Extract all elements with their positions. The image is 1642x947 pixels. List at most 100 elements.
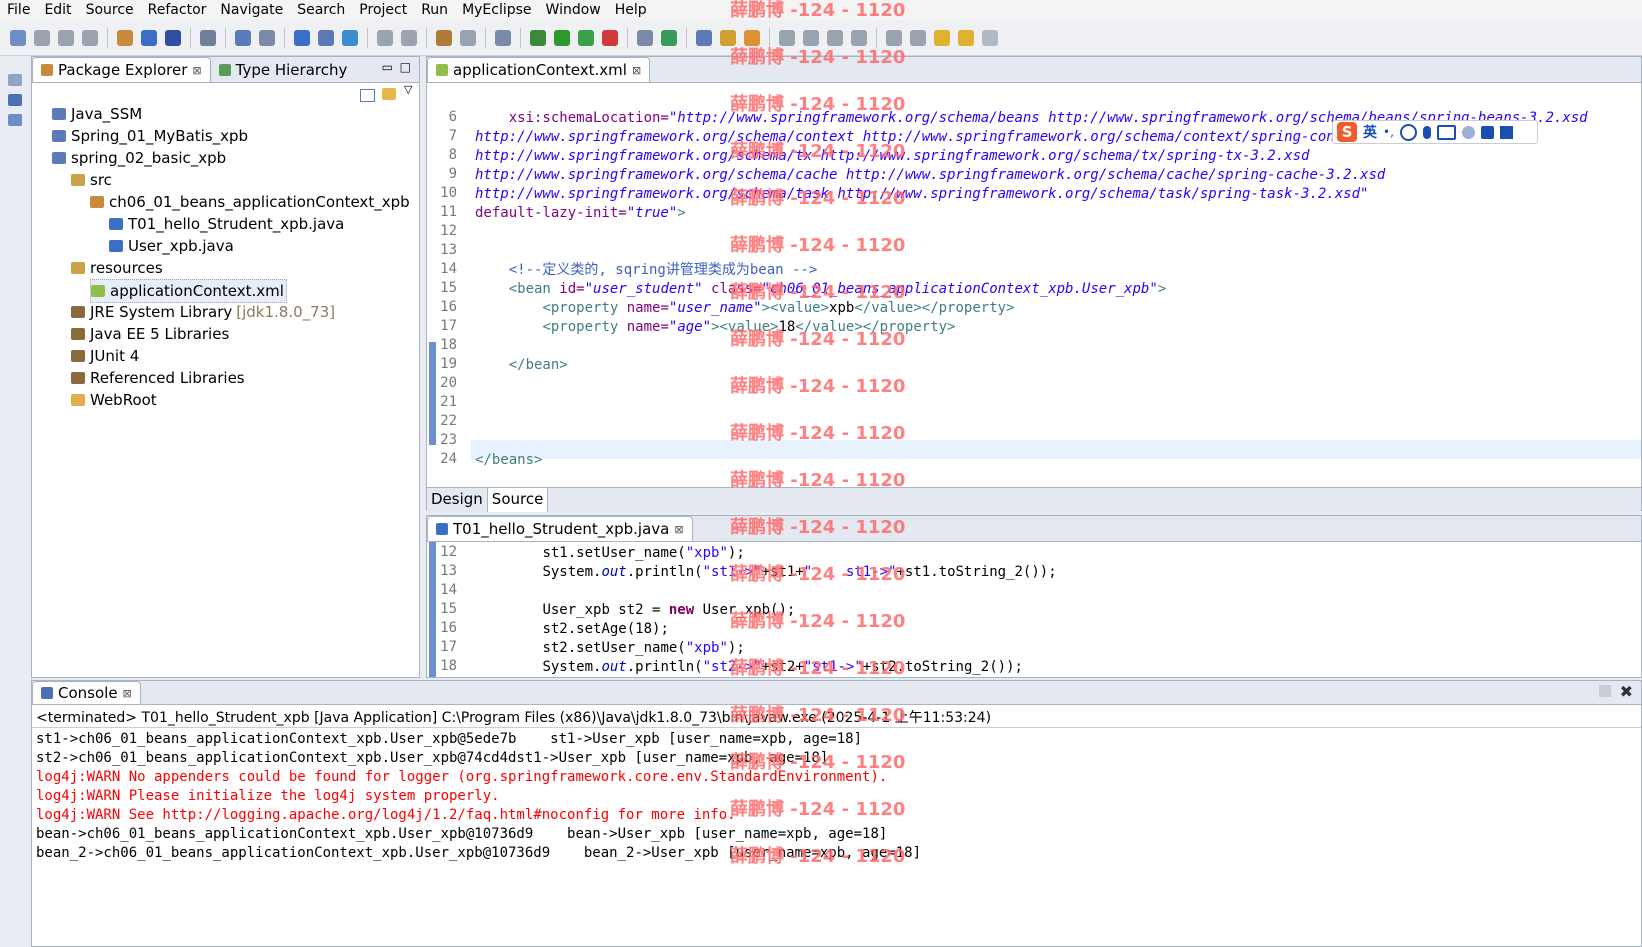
tree-item[interactable]: ch06_01_beans_applicationContext_xpb: [90, 191, 410, 213]
toolbar-button-icon[interactable]: [377, 29, 393, 46]
link-with-editor-icon[interactable]: [382, 88, 396, 100]
collapse-all-icon[interactable]: [360, 89, 375, 102]
tab-console[interactable]: Console ⊠: [32, 681, 141, 704]
outline-view-icon[interactable]: [8, 114, 22, 126]
menu-myeclipse[interactable]: MyEclipse: [455, 2, 538, 18]
code-line: st1.setUser_name("xpb");: [542, 545, 745, 561]
tab-application-context-xml[interactable]: applicationContext.xml ⊠: [427, 57, 651, 82]
toolbar-button-icon[interactable]: [235, 29, 251, 46]
menu-navigate[interactable]: Navigate: [213, 2, 290, 18]
toolbar-button-icon[interactable]: [958, 29, 974, 46]
close-icon[interactable]: ⊠: [632, 64, 641, 77]
tree-item[interactable]: applicationContext.xml: [90, 279, 287, 303]
toolbar-button-icon[interactable]: [34, 29, 50, 46]
toolbar-button-icon[interactable]: [294, 29, 310, 46]
toolbar-button-icon[interactable]: [696, 29, 712, 46]
menu-edit[interactable]: Edit: [37, 2, 78, 18]
line-number: 18: [440, 337, 457, 353]
toolbar-button-icon[interactable]: [165, 29, 181, 46]
tree-item[interactable]: Java EE 5 Libraries: [71, 323, 229, 345]
menu-run[interactable]: Run: [414, 2, 455, 18]
toolbar-button-icon[interactable]: [82, 29, 98, 46]
tree-item[interactable]: Java_SSM: [52, 103, 142, 125]
tree-item[interactable]: WebRoot: [71, 389, 157, 411]
toolbar-button-icon[interactable]: [318, 29, 334, 46]
user-icon[interactable]: [1461, 125, 1475, 139]
toolbar-button-icon[interactable]: [661, 29, 677, 46]
emoji-icon[interactable]: [1399, 123, 1417, 141]
menu-refactor[interactable]: Refactor: [141, 2, 214, 18]
remove-launch-icon[interactable]: [1599, 685, 1611, 697]
toolbox-icon[interactable]: [1499, 125, 1513, 139]
menu-project[interactable]: Project: [352, 2, 414, 18]
menu-source[interactable]: Source: [79, 2, 141, 18]
tab-type-hierarchy[interactable]: Type Hierarchy: [211, 58, 356, 82]
toolbar-button-icon[interactable]: [982, 29, 998, 46]
tree-item[interactable]: resources: [71, 257, 163, 279]
tree-item[interactable]: spring_02_basic_xpb: [52, 147, 226, 169]
menu-window[interactable]: Window: [539, 2, 608, 18]
toolbar-button-icon[interactable]: [910, 29, 926, 46]
close-icon[interactable]: ⊠: [192, 64, 201, 77]
view-menu-icon[interactable]: ▽: [404, 83, 412, 96]
watermark-text: 薛鹏博 -124 - 1120: [730, 611, 906, 632]
skin-icon[interactable]: [1480, 125, 1494, 139]
maximize-icon[interactable]: □: [400, 60, 411, 74]
toolbar-button-icon[interactable]: [602, 29, 618, 46]
tree-item[interactable]: Referenced Libraries: [71, 367, 245, 389]
toolbar-button-icon[interactable]: [637, 29, 653, 46]
toolbar-button-icon[interactable]: [200, 29, 216, 46]
tab-t01-hello-strudent-java[interactable]: T01_hello_Strudent_xpb.java ⊠: [427, 516, 693, 541]
tree-item[interactable]: JUnit 4: [71, 345, 139, 367]
toolbar-separator: [520, 27, 521, 48]
tree-item-label: resources: [90, 259, 163, 277]
package-explorer-panel: Package Explorer ⊠ Type Hierarchy ▭ □ ▽ …: [31, 56, 420, 678]
java-editor-body[interactable]: 12 13 14 15 16 17 18 st1.setUser_name("xpb"); …: [427, 542, 1641, 677]
remove-all-terminated-icon[interactable]: ✖: [1620, 682, 1633, 701]
minimize-icon[interactable]: ▭: [382, 60, 393, 74]
toolbar-separator: [485, 27, 486, 48]
toolbar-separator: [627, 27, 628, 48]
toolbar-button-icon[interactable]: [460, 29, 476, 46]
toolbar-button-icon[interactable]: [436, 29, 452, 46]
watermark-text: 薛鹏博 -124 - 1120: [730, 376, 906, 397]
restore-view-icon[interactable]: [8, 74, 22, 86]
tab-source[interactable]: Source: [487, 488, 549, 512]
close-icon[interactable]: ⊠: [674, 523, 683, 536]
toolbar-button-icon[interactable]: [259, 29, 275, 46]
tree-item[interactable]: User_xpb.java: [109, 235, 234, 257]
tab-package-explorer[interactable]: Package Explorer ⊠: [32, 57, 211, 82]
menu-search[interactable]: Search: [290, 2, 352, 18]
toolbar-button-icon[interactable]: [141, 29, 157, 46]
toolbar-button-icon[interactable]: [10, 29, 26, 46]
toolbar-button-icon[interactable]: [58, 29, 74, 46]
ime-punctuation-toggle[interactable]: •,: [1383, 125, 1394, 139]
toolbar-button-icon[interactable]: [530, 29, 546, 46]
keyboard-icon[interactable]: [1436, 124, 1456, 140]
line-number: 22: [440, 413, 457, 429]
xml-editor-body[interactable]: 6 7 8 9 10 11 12 13 14 15 16 17 18 19 20 21 22 23 24 xsi:s…: [427, 83, 1641, 519]
explorer-view-icon[interactable]: [8, 94, 22, 106]
toolbar-button-icon[interactable]: [554, 29, 570, 46]
line-number: 11: [440, 204, 457, 220]
ime-toolbar[interactable]: S 英 •,: [1332, 120, 1538, 144]
microphone-icon[interactable]: [1422, 125, 1431, 139]
tree-item[interactable]: JRE System Library [jdk1.8.0_73]: [71, 301, 335, 323]
menu-help[interactable]: Help: [608, 2, 654, 18]
ime-language-toggle[interactable]: 英: [1363, 122, 1377, 142]
line-number: 15: [440, 601, 457, 617]
watermark-text: 薛鹏博 -124 - 1120: [730, 47, 906, 68]
close-icon[interactable]: ⊠: [123, 687, 132, 700]
toolbar-separator: [107, 27, 108, 48]
toolbar-button-icon[interactable]: [578, 29, 594, 46]
toolbar-button-icon[interactable]: [495, 29, 511, 46]
tree-item[interactable]: T01_hello_Strudent_xpb.java: [109, 213, 344, 235]
tab-design[interactable]: Design: [427, 488, 488, 512]
toolbar-button-icon[interactable]: [342, 29, 358, 46]
toolbar-button-icon[interactable]: [401, 29, 417, 46]
tree-item[interactable]: src: [71, 169, 112, 191]
toolbar-button-icon[interactable]: [934, 29, 950, 46]
toolbar-button-icon[interactable]: [117, 29, 133, 46]
tree-item[interactable]: Spring_01_MyBatis_xpb: [52, 125, 248, 147]
menu-file[interactable]: File: [0, 2, 37, 18]
